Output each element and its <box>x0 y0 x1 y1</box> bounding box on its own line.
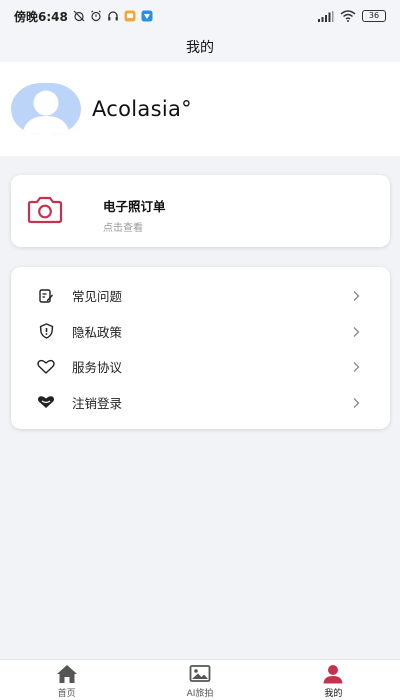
tab-label: AI旅拍 <box>186 689 214 699</box>
app-notification-icon <box>141 10 153 22</box>
headphones-icon <box>108 11 118 21</box>
menu-item-label: 常见问题 <box>72 289 123 305</box>
profile-section[interactable]: Acolasia° <box>0 62 400 156</box>
tab-home[interactable]: 首页 <box>0 660 133 700</box>
default-avatar-icon <box>11 83 81 135</box>
alarm-icon <box>91 10 101 22</box>
user-icon <box>323 665 343 684</box>
chevron-right-icon <box>353 397 360 408</box>
order-text: 电子照订单 点击查看 <box>103 196 166 234</box>
status-left: 傍晚6:48 <box>14 8 153 25</box>
logout-icon <box>37 393 55 411</box>
avatar[interactable] <box>11 83 81 135</box>
menu-item-label: 服务协议 <box>72 360 123 376</box>
signal-icon <box>318 10 334 22</box>
menu-item-faq[interactable]: 常见问题 <box>11 278 390 314</box>
tab-mine[interactable]: 我的 <box>267 660 400 700</box>
page-title: 我的 <box>186 40 214 56</box>
menu-item-service-agreement[interactable]: 服务协议 <box>11 349 390 385</box>
menu-item-label: 注销登录 <box>72 395 123 411</box>
camera-icon <box>27 196 63 224</box>
message-app-icon <box>124 10 136 22</box>
chevron-right-icon <box>353 326 360 337</box>
tab-label: 首页 <box>57 689 76 699</box>
alarm-off-icon <box>73 10 85 22</box>
tab-label: 我的 <box>324 689 343 699</box>
settings-menu-card: 常见问题 隐私政策 服务协议 注销登录 <box>11 267 390 429</box>
menu-item-privacy[interactable]: 隐私政策 <box>11 314 390 350</box>
image-icon <box>189 665 211 682</box>
bottom-tab-bar: 首页 AI旅拍 我的 <box>0 659 400 700</box>
faq-edit-icon <box>37 287 55 305</box>
heart-icon <box>37 358 55 376</box>
menu-item-label: 隐私政策 <box>72 324 123 340</box>
order-title: 电子照订单 <box>103 199 166 214</box>
tab-ai-travel-photo[interactable]: AI旅拍 <box>133 660 266 700</box>
chevron-right-icon <box>353 362 360 372</box>
privacy-shield-icon <box>37 322 55 340</box>
status-right: 36 <box>318 10 386 22</box>
wifi-icon <box>340 10 356 22</box>
username: Acolasia° <box>92 97 192 121</box>
status-bar: 傍晚6:48 36 <box>0 0 400 32</box>
battery-indicator: 36 <box>362 10 386 22</box>
home-icon <box>56 665 77 683</box>
menu-item-logout[interactable]: 注销登录 <box>11 385 390 421</box>
photo-order-card[interactable]: 电子照订单 点击查看 <box>11 175 390 247</box>
status-time: 傍晚6:48 <box>14 9 68 24</box>
header-bar: 我的 <box>0 32 400 62</box>
chevron-right-icon <box>353 291 360 301</box>
order-subtitle: 点击查看 <box>103 223 143 234</box>
